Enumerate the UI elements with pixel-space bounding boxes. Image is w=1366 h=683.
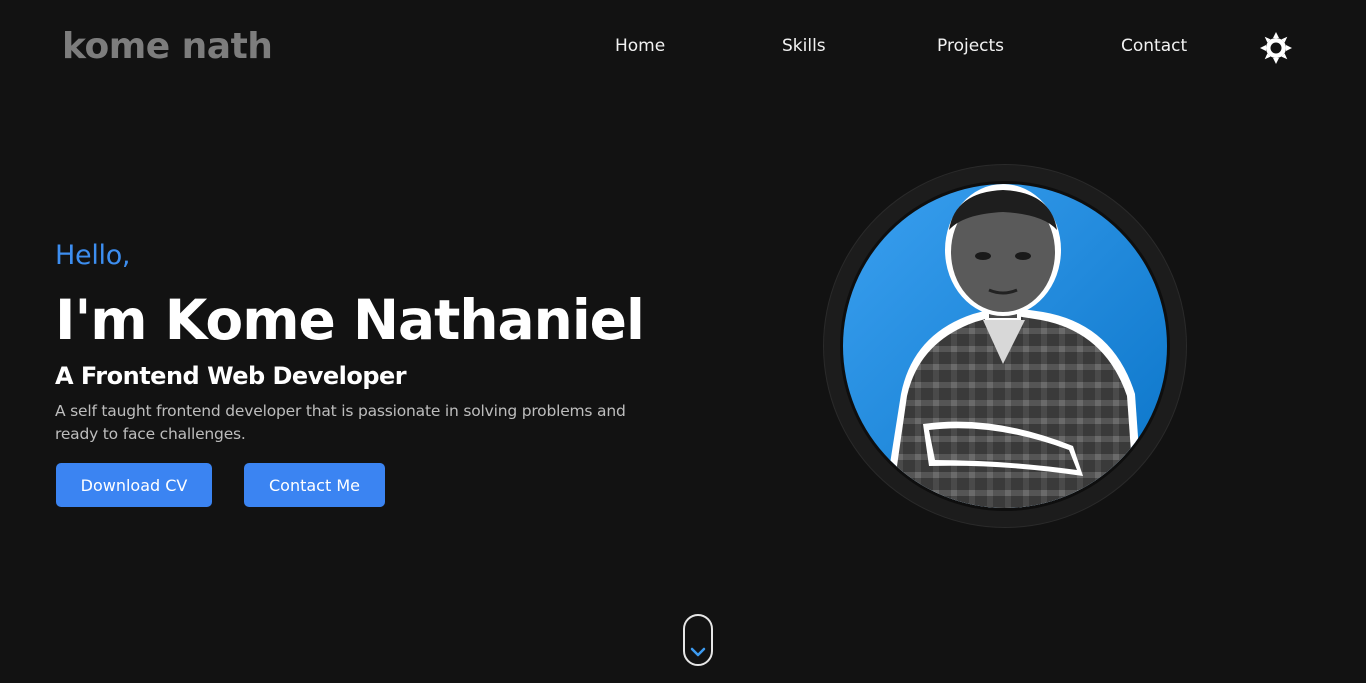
hero-name: I'm Kome Nathaniel <box>55 288 645 352</box>
nav-projects[interactable]: Projects <box>937 36 1004 56</box>
nav-skills[interactable]: Skills <box>782 36 826 56</box>
site-header: kome nath Home Skills Projects Contact <box>0 0 1366 96</box>
hero-section: Hello, I'm Kome Nathaniel A Frontend Web… <box>55 236 695 446</box>
profile-photo-illustration <box>843 184 1167 508</box>
hero-role: A Frontend Web Developer <box>55 362 407 390</box>
site-logo[interactable]: kome nath <box>62 26 273 67</box>
hero-bio: A self taught frontend developer that is… <box>55 402 626 443</box>
contact-me-button[interactable]: Contact Me <box>244 463 385 507</box>
profile-avatar <box>824 165 1186 527</box>
chevron-down-icon <box>690 647 706 657</box>
profile-photo <box>843 184 1167 508</box>
theme-toggle-button[interactable] <box>1258 30 1294 66</box>
hero-greeting: Hello, <box>55 240 131 271</box>
nav-contact[interactable]: Contact <box>1121 36 1187 56</box>
nav-home[interactable]: Home <box>615 36 665 56</box>
scroll-down-indicator[interactable] <box>683 614 713 666</box>
avatar-frame <box>840 181 1170 511</box>
download-cv-button[interactable]: Download CV <box>56 463 212 507</box>
sun-icon <box>1260 32 1292 64</box>
